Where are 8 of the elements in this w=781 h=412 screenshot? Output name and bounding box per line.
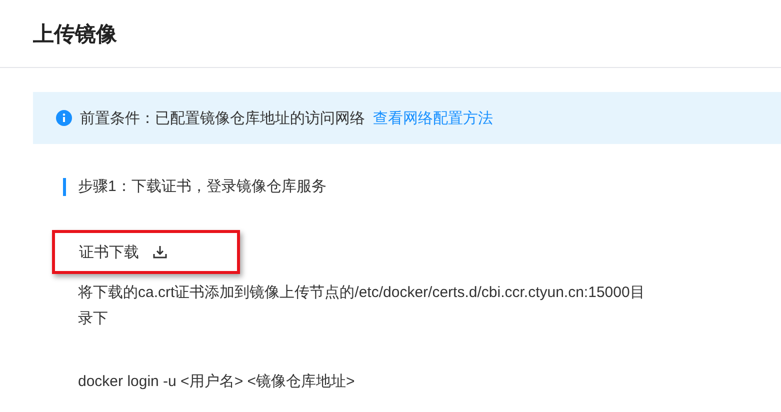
- download-icon: [153, 245, 167, 259]
- page-title: 上传镜像: [33, 22, 117, 48]
- certificate-download-button[interactable]: 证书下载: [79, 242, 167, 262]
- command-text: docker login -u <用户名> <镜像仓库地址>: [78, 372, 356, 391]
- info-icon: [56, 110, 72, 126]
- step-title: 步骤1：下载证书，登录镜像仓库服务: [63, 178, 781, 196]
- notice-text: 前置条件：已配置镜像仓库地址的访问网络: [80, 108, 365, 128]
- instruction-text: 将下载的ca.crt证书添加到镜像上传节点的/etc/docker/certs.d/cbi.ccr.ctyun.cn:15000目录下: [78, 283, 646, 329]
